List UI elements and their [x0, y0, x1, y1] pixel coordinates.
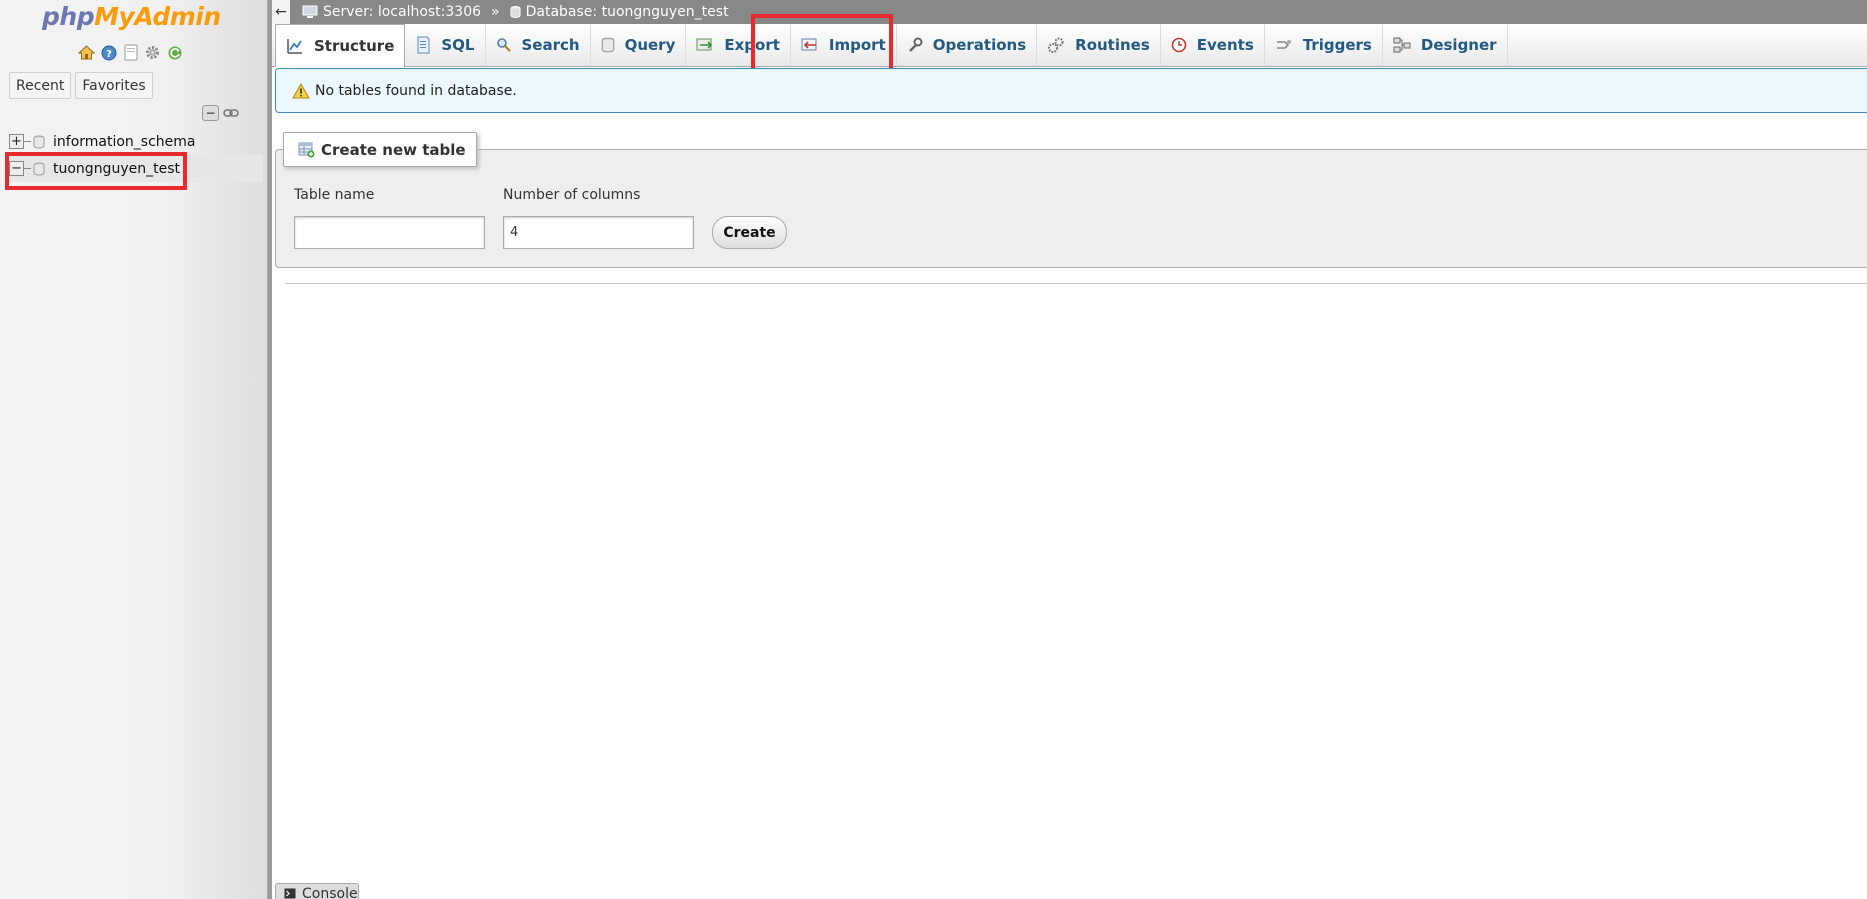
- tab-triggers[interactable]: Triggers: [1265, 24, 1383, 66]
- tab-events[interactable]: Events: [1161, 24, 1265, 66]
- import-icon: [801, 38, 817, 51]
- breadcrumb: ← Server: localhost:3306 » Database: tuo…: [272, 0, 1867, 24]
- create-button[interactable]: Create: [712, 216, 787, 249]
- tab-sql[interactable]: SQL: [405, 24, 486, 66]
- logo-myadmin-text: MyAdmin: [94, 2, 221, 31]
- console-label: Console: [302, 885, 358, 899]
- documentation-icon[interactable]: [122, 44, 139, 61]
- link-with-main-panel-icon[interactable]: [223, 105, 239, 125]
- svg-text:?: ?: [106, 49, 112, 60]
- export-icon: [696, 38, 713, 51]
- tab-structure[interactable]: Structure: [275, 24, 406, 67]
- tab-label: Search: [521, 36, 580, 54]
- navigation-panel: phpMyAdmin ? Recent Favorites − + inform…: [0, 0, 268, 899]
- breadcrumb-database[interactable]: Database: tuongnguyen_test: [510, 4, 729, 20]
- create-table-fieldset: [275, 149, 1867, 268]
- tab-label: Structure: [314, 37, 395, 55]
- tree-connector: [24, 141, 31, 142]
- operations-icon: [908, 37, 923, 52]
- routines-icon: [1048, 37, 1064, 53]
- table-name-label: Table name: [294, 187, 375, 203]
- tab-import[interactable]: Import: [791, 24, 897, 66]
- query-icon: [601, 37, 614, 53]
- reload-icon[interactable]: [166, 44, 183, 61]
- number-of-columns-input[interactable]: 4: [503, 216, 694, 249]
- collapse-icon[interactable]: −: [9, 161, 24, 176]
- database-name[interactable]: information_schema: [53, 134, 196, 150]
- table-name-input[interactable]: [294, 216, 485, 249]
- database-item-tuongnguyen-test[interactable]: − tuongnguyen_test: [8, 155, 263, 182]
- back-arrow-icon[interactable]: ←: [272, 0, 290, 24]
- phpmyadmin-logo[interactable]: phpMyAdmin: [42, 2, 221, 31]
- help-icon[interactable]: ?: [100, 44, 117, 61]
- console-icon: [284, 888, 296, 899]
- tab-designer[interactable]: Designer: [1383, 24, 1508, 66]
- notice-text: No tables found in database.: [315, 82, 517, 99]
- number-of-columns-label: Number of columns: [503, 187, 641, 203]
- collapse-all-icon[interactable]: −: [202, 105, 219, 121]
- new-table-icon: [298, 142, 315, 158]
- breadcrumb-separator: »: [491, 4, 500, 20]
- tab-operations[interactable]: Operations: [897, 24, 1038, 66]
- create-table-legend-text: Create new table: [321, 140, 466, 159]
- triggers-icon: [1276, 40, 1291, 49]
- designer-icon: [1393, 37, 1411, 53]
- breadcrumb-server[interactable]: Server: localhost:3306: [302, 4, 481, 20]
- tab-label: Designer: [1420, 36, 1497, 54]
- database-icon: [510, 6, 521, 18]
- favorites-button[interactable]: Favorites: [75, 72, 153, 99]
- database-item-information-schema[interactable]: + information_schema: [8, 128, 263, 155]
- tree-connector: [24, 168, 31, 169]
- console-toggle[interactable]: Console: [275, 883, 359, 899]
- panel-resizer[interactable]: [268, 0, 272, 899]
- tab-label: Operations: [932, 36, 1027, 54]
- tab-query[interactable]: Query: [591, 24, 687, 66]
- tab-label: Import: [828, 36, 886, 54]
- database-icon: [33, 135, 45, 148]
- recent-favorites-bar: Recent Favorites: [9, 72, 153, 99]
- tab-label: SQL: [441, 36, 475, 54]
- home-icon[interactable]: [78, 44, 95, 61]
- expand-icon[interactable]: +: [9, 134, 24, 149]
- events-icon: [1171, 37, 1187, 53]
- tab-routines[interactable]: Routines: [1037, 24, 1161, 66]
- database-name[interactable]: tuongnguyen_test: [53, 161, 180, 177]
- search-icon: [496, 38, 511, 52]
- settings-icon[interactable]: [144, 44, 161, 61]
- structure-icon: [287, 39, 302, 54]
- database-tree: + information_schema − tuongnguyen_test: [8, 128, 263, 182]
- tab-label: Export: [724, 36, 780, 54]
- create-table-legend: Create new table: [283, 132, 477, 167]
- tree-controls: −: [202, 105, 239, 125]
- logo-php-text: php: [42, 2, 95, 31]
- notice-message: No tables found in database.: [275, 68, 1867, 113]
- main-tabs: Structure SQL Search Query Export Import…: [272, 24, 1867, 67]
- warning-icon: [292, 82, 310, 98]
- database-icon: [33, 162, 45, 175]
- divider: [285, 283, 1867, 284]
- sql-icon: [417, 36, 430, 54]
- tab-label: Query: [624, 36, 676, 54]
- tab-search[interactable]: Search: [486, 24, 591, 66]
- tab-label: Routines: [1075, 36, 1150, 54]
- breadcrumb-server-label[interactable]: Server: localhost:3306: [323, 4, 481, 20]
- server-icon: [302, 5, 318, 18]
- recent-button[interactable]: Recent: [9, 72, 72, 99]
- navigation-icon-bar: ?: [78, 44, 183, 61]
- tab-label: Triggers: [1302, 36, 1372, 54]
- tab-export[interactable]: Export: [686, 24, 791, 66]
- tab-label: Events: [1196, 36, 1254, 54]
- breadcrumb-database-label[interactable]: Database: tuongnguyen_test: [526, 4, 729, 20]
